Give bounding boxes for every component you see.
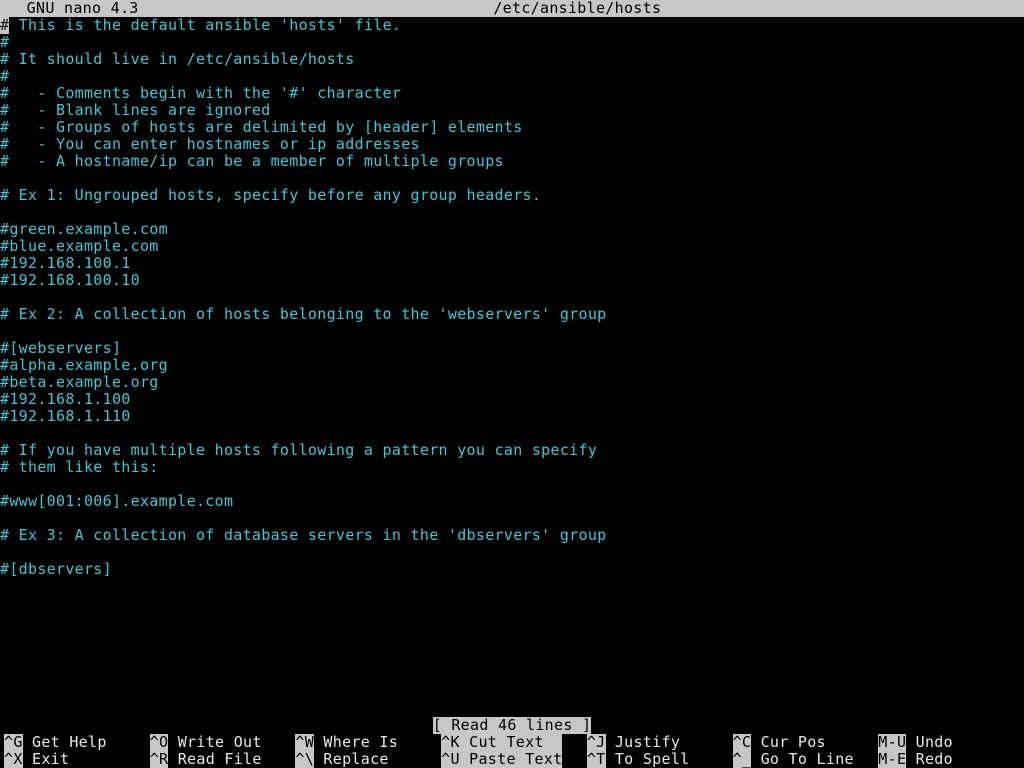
shortcut-label: Read File — [168, 751, 261, 768]
shortcut-label: Write Out — [168, 734, 261, 751]
file-line[interactable]: #192.168.1.100 — [0, 391, 1024, 408]
shortcut-key: ^C — [733, 734, 752, 751]
file-line[interactable]: #192.168.100.10 — [0, 272, 1024, 289]
shortcut-item: ^T To Spell — [587, 751, 733, 768]
shortcut-item: ^K Cut Text — [441, 734, 587, 751]
file-line[interactable] — [0, 170, 1024, 187]
shortcut-item: ^J Justify — [587, 734, 733, 751]
shortcut-item: ^G Get Help — [4, 734, 150, 751]
shortcut-label: Exit — [23, 751, 70, 768]
shortcut-key: M-E — [878, 751, 906, 768]
title-bar: GNU nano 4.3 /etc/ansible/hosts — [0, 0, 1024, 17]
shortcut-key: ^_ — [733, 751, 752, 768]
shortcut-label: Where Is — [314, 734, 398, 751]
file-line[interactable]: #beta.example.org — [0, 374, 1024, 391]
file-line[interactable] — [0, 578, 1024, 595]
file-line[interactable]: # If you have multiple hosts following a… — [0, 442, 1024, 459]
shortcut-key: ^T — [587, 751, 606, 768]
file-path: /etc/ansible/hosts — [139, 0, 1016, 17]
file-line[interactable]: # - Groups of hosts are delimited by [he… — [0, 119, 1024, 136]
shortcut-label: Get Help — [23, 734, 107, 751]
file-line[interactable]: # - Comments begin with the '#' characte… — [0, 85, 1024, 102]
file-line[interactable]: # Ex 2: A collection of hosts belonging … — [0, 306, 1024, 323]
file-line[interactable] — [0, 425, 1024, 442]
file-line[interactable]: # - Blank lines are ignored — [0, 102, 1024, 119]
shortcut-item: ^\ Replace — [295, 751, 441, 768]
shortcut-key: ^W — [295, 734, 314, 751]
shortcut-item: M-U Undo — [878, 734, 1024, 751]
shortcut-label: Replace — [314, 751, 389, 768]
shortcut-label: Justify — [606, 734, 681, 751]
file-line[interactable]: # Ex 3: A collection of database servers… — [0, 527, 1024, 544]
shortcut-key: ^G — [4, 734, 23, 751]
shortcut-item: ^C Cur Pos — [733, 734, 879, 751]
file-line[interactable]: #[webservers] — [0, 340, 1024, 357]
shortcut-item: ^U Paste Text — [441, 751, 587, 768]
shortcut-item: ^O Write Out — [150, 734, 296, 751]
file-line[interactable]: # - You can enter hostnames or ip addres… — [0, 136, 1024, 153]
shortcut-key: ^\ — [295, 751, 314, 768]
app-name: GNU nano 4.3 — [0, 0, 139, 17]
status-message: [ Read 46 lines ] — [433, 717, 592, 734]
file-line[interactable]: # This is the default ansible 'hosts' fi… — [0, 17, 1024, 34]
shortcut-label: Go To Line — [751, 751, 854, 768]
file-line[interactable] — [0, 476, 1024, 493]
file-line[interactable]: #[dbservers] — [0, 561, 1024, 578]
file-line[interactable]: #www[001:006].example.com — [0, 493, 1024, 510]
shortcut-item: M-E Redo — [878, 751, 1024, 768]
file-line[interactable]: #192.168.1.110 — [0, 408, 1024, 425]
shortcut-label: Redo — [906, 751, 953, 768]
file-line[interactable] — [0, 323, 1024, 340]
file-line[interactable]: # It should live in /etc/ansible/hosts — [0, 51, 1024, 68]
file-line[interactable]: # them like this: — [0, 459, 1024, 476]
shortcut-bar: ^G Get Help^X Exit^O Write Out^R Read Fi… — [0, 734, 1024, 768]
file-line[interactable] — [0, 544, 1024, 561]
file-line[interactable] — [0, 510, 1024, 527]
shortcut-label: Paste Text — [460, 751, 563, 768]
shortcut-key: ^R — [150, 751, 169, 768]
file-line[interactable]: #blue.example.com — [0, 238, 1024, 255]
text-cursor: # — [0, 17, 9, 34]
file-line[interactable]: #green.example.com — [0, 221, 1024, 238]
shortcut-label: To Spell — [606, 751, 690, 768]
file-line[interactable] — [0, 289, 1024, 306]
shortcut-item: ^X Exit — [4, 751, 150, 768]
file-line[interactable]: # Ex 1: Ungrouped hosts, specify before … — [0, 187, 1024, 204]
shortcut-label: Cur Pos — [751, 734, 826, 751]
shortcut-key: ^K — [441, 734, 460, 751]
file-line[interactable]: #192.168.100.1 — [0, 255, 1024, 272]
file-line[interactable]: # - A hostname/ip can be a member of mul… — [0, 153, 1024, 170]
status-bar: [ Read 46 lines ] — [0, 717, 1024, 734]
shortcut-item: ^W Where Is — [295, 734, 441, 751]
shortcut-key: ^U — [441, 751, 460, 768]
editor-viewport[interactable]: # This is the default ansible 'hosts' fi… — [0, 17, 1024, 717]
file-line[interactable] — [0, 204, 1024, 221]
shortcut-key: ^J — [587, 734, 606, 751]
shortcut-key: M-U — [878, 734, 906, 751]
shortcut-item: ^_ Go To Line — [733, 751, 879, 768]
shortcut-item: ^R Read File — [150, 751, 296, 768]
shortcut-label: Undo — [906, 734, 953, 751]
file-line[interactable]: # — [0, 68, 1024, 85]
file-line[interactable]: #alpha.example.org — [0, 357, 1024, 374]
shortcut-label: Cut Text — [460, 734, 563, 751]
shortcut-key: ^O — [150, 734, 169, 751]
shortcut-key: ^X — [4, 751, 23, 768]
file-line[interactable]: # — [0, 34, 1024, 51]
